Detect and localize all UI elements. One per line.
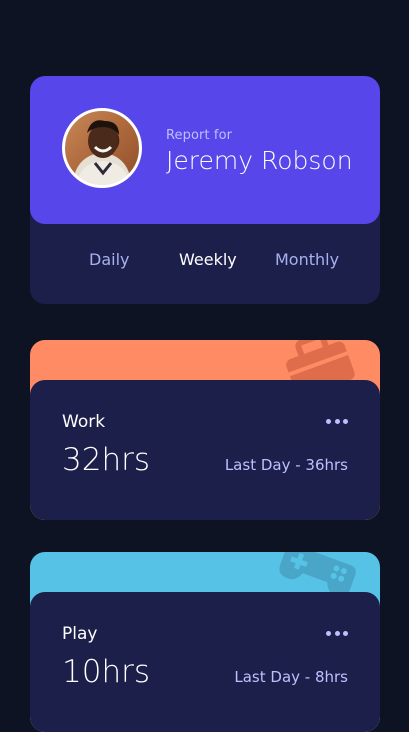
play-hours: 10hrs [62,654,150,690]
avatar-portrait [77,120,129,185]
tab-daily[interactable]: Daily [89,250,129,269]
work-more-options-icon[interactable] [326,414,348,428]
play-card: Play 10hrs Last Day - 8hrs [30,552,380,732]
play-card-content[interactable]: Play 10hrs Last Day - 8hrs [30,592,380,732]
work-hours: 32hrs [62,442,150,478]
play-title: Play [62,624,98,644]
work-card-content[interactable]: Work 32hrs Last Day - 36hrs [30,380,380,520]
work-title: Work [62,412,106,432]
work-card: Work 32hrs Last Day - 36hrs [30,340,380,520]
profile-header: Report for Jeremy Robson [30,76,380,224]
play-more-options-icon[interactable] [326,626,348,640]
avatar [62,108,142,188]
play-last-period: Last Day - 8hrs [234,668,348,686]
period-tabs: Daily Weekly Monthly [30,224,380,304]
time-tracking-dashboard: Report for Jeremy Robson Daily Weekly Mo… [0,0,409,732]
tab-weekly[interactable]: Weekly [179,250,237,269]
user-name: Jeremy Robson [166,146,353,175]
report-for-label: Report for [166,128,233,143]
work-last-period: Last Day - 36hrs [224,456,348,474]
profile-card: Report for Jeremy Robson Daily Weekly Mo… [30,76,380,304]
tab-monthly[interactable]: Monthly [275,250,339,269]
